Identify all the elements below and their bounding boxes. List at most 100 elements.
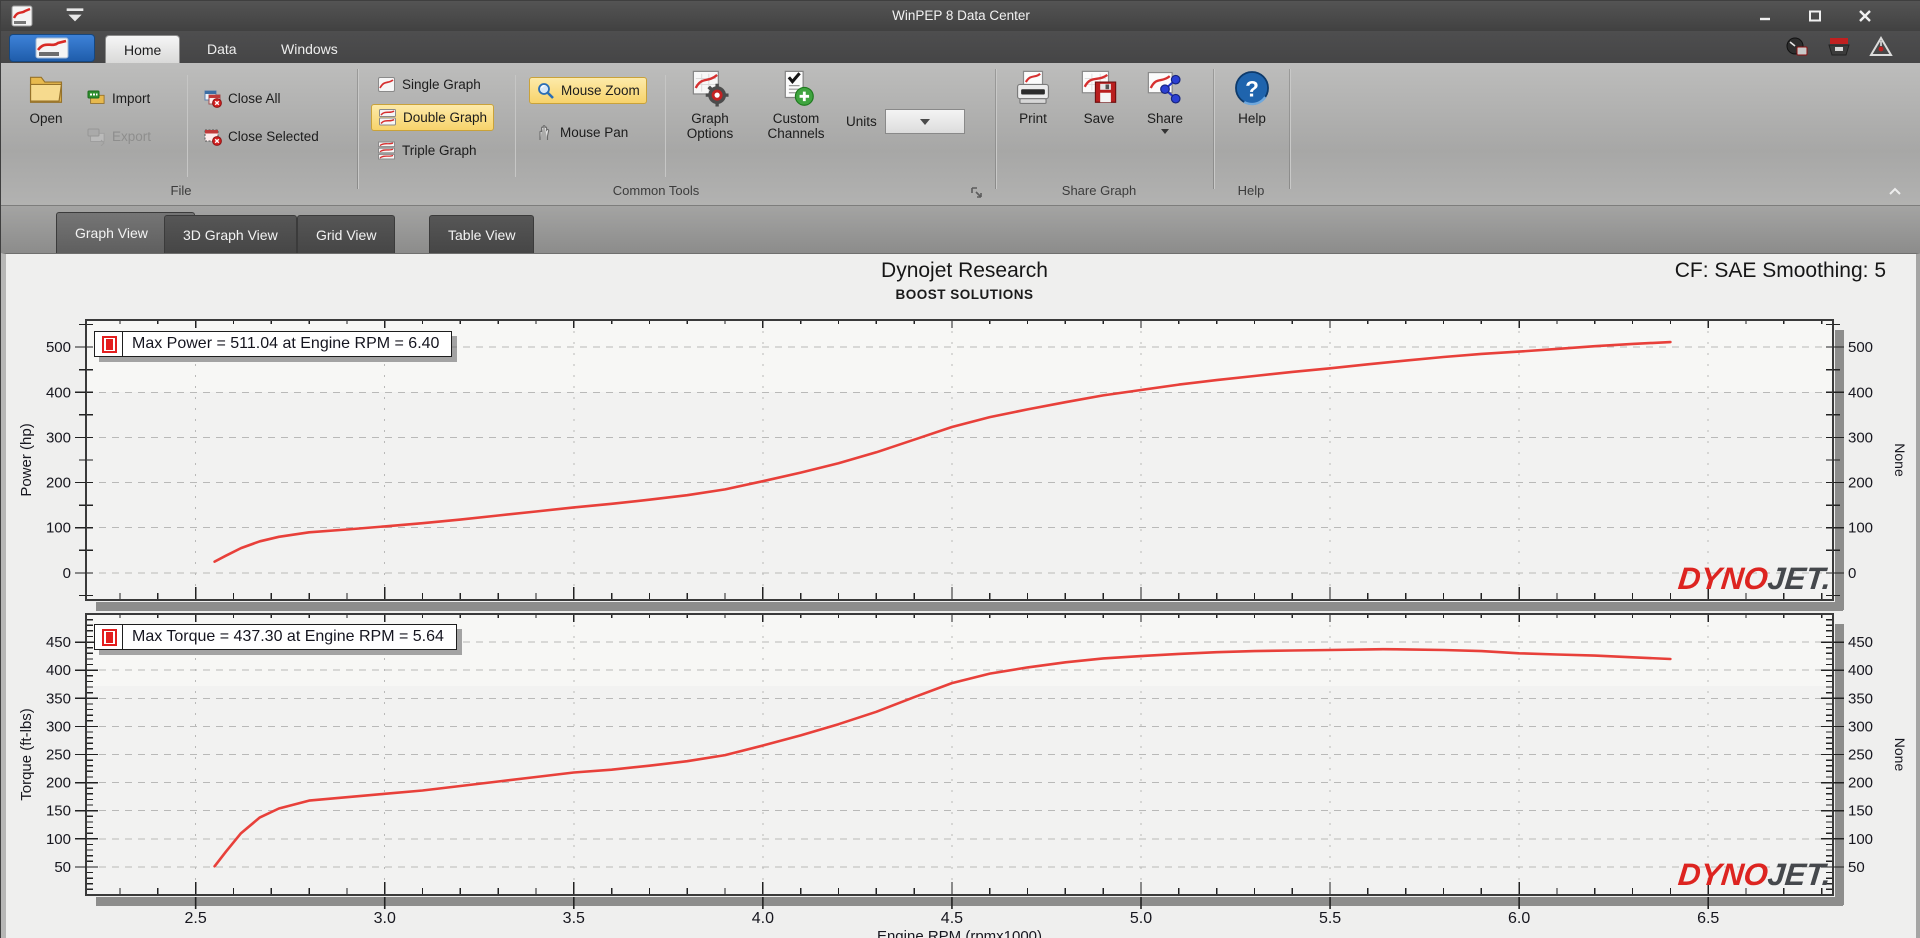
open-button[interactable]: Open [17,69,75,127]
help-group-label: Help [1237,183,1265,198]
maximize-button[interactable] [1796,5,1834,26]
double-graph-icon [378,108,397,127]
svg-text:500: 500 [1848,339,1873,356]
y2-axis-title: None [1892,738,1908,772]
units-label: Units [846,114,877,129]
mouse-zoom-button[interactable]: Mouse Zoom [529,77,647,104]
svg-text:3.5: 3.5 [563,910,585,927]
close-selected-button[interactable]: Close Selected [197,123,325,150]
units-dropdown[interactable] [884,109,965,134]
units-control: Units [846,109,965,134]
svg-text:350: 350 [1848,690,1873,707]
share-button[interactable]: Share [1135,69,1195,134]
import-button[interactable]: Import [81,85,156,112]
svg-text:300: 300 [46,718,71,735]
svg-text:100: 100 [46,831,71,848]
application-menu-button[interactable] [9,34,95,62]
svg-text:100: 100 [1848,831,1873,848]
double-graph-button[interactable]: Double Graph [371,104,495,131]
dynojet-logo: DYNOJET. [1676,561,1833,596]
tab-table-view[interactable]: Table View [429,215,535,253]
svg-text:300: 300 [1848,429,1873,446]
svg-text:Engine RPM (rpmx1000): Engine RPM (rpmx1000) [877,928,1042,938]
hand-icon [535,123,554,142]
svg-text:50: 50 [54,859,71,876]
file-group-label: File [170,183,192,198]
save-icon [1080,69,1118,107]
graph-options-button[interactable]: Graph Options [677,69,743,142]
ribbon-tab-home[interactable]: Home [105,35,181,63]
print-icon [1014,69,1052,107]
help-button[interactable]: ? Help [1223,69,1281,127]
minimize-button[interactable] [1746,5,1784,26]
y-axis-title: Power (hp) [18,423,35,496]
dyno-icon[interactable] [1827,36,1851,58]
tab-3d-graph-view[interactable]: 3D Graph View [164,215,297,253]
svg-text:5.5: 5.5 [1319,910,1341,927]
csv-export-icon [87,127,106,147]
svg-text:200: 200 [46,475,71,492]
svg-text:450: 450 [46,634,71,651]
y-axis-title: Torque (ft-lbs) [18,708,35,801]
collapse-ribbon-icon[interactable] [1887,185,1903,203]
svg-text:0: 0 [63,565,71,582]
svg-text:350: 350 [46,690,71,707]
power-series-swatch [95,332,123,356]
graph-options-icon [691,69,729,107]
triple-graph-icon [377,141,396,160]
svg-text:0: 0 [1848,565,1856,582]
triple-graph-button[interactable]: Triple Graph [371,137,483,164]
save-button[interactable]: Save [1069,69,1129,127]
title-bar: WinPEP 8 Data Center [1,1,1920,31]
svg-text:150: 150 [46,803,71,820]
gauge-icon[interactable] [1785,36,1809,58]
close-all-icon [203,89,222,108]
print-button[interactable]: Print [1003,69,1063,127]
svg-text:250: 250 [1848,747,1873,764]
single-graph-button[interactable]: Single Graph [371,71,487,98]
view-tab-strip: Graph View 3D Graph View Grid View Table… [1,206,1920,253]
svg-text:400: 400 [46,662,71,679]
mouse-pan-button[interactable]: Mouse Pan [529,119,634,146]
ribbon-tab-windows[interactable]: Windows [263,35,356,63]
csv-import-icon [87,89,106,108]
svg-text:400: 400 [1848,662,1873,679]
custom-channels-icon [777,69,815,107]
svg-text:?: ? [1245,76,1259,101]
custom-channels-button[interactable]: Custom Channels [757,69,835,142]
svg-text:50: 50 [1848,859,1865,876]
export-button[interactable]: Export [81,123,157,150]
ribbon-tab-data[interactable]: Data [189,35,255,63]
ribbon: Open Import Export Close All Close Selec… [1,63,1920,206]
svg-text:250: 250 [46,747,71,764]
share-graph-group-label: Share Graph [1061,183,1137,198]
svg-text:100: 100 [1848,520,1873,537]
svg-text:400: 400 [1848,384,1873,401]
correction-factor-label: CF: SAE Smoothing: 5 [1674,259,1886,282]
common-tools-dialog-launcher[interactable] [969,185,984,200]
svg-text:200: 200 [46,775,71,792]
tab-grid-view[interactable]: Grid View [297,215,396,253]
common-tools-group-label: Common Tools [612,183,700,198]
open-folder-icon [27,69,65,107]
svg-text:450: 450 [1848,634,1873,651]
y2-axis-title: None [1892,443,1908,477]
svg-text:500: 500 [46,339,71,356]
window-title: WinPEP 8 Data Center [892,8,1030,23]
close-all-button[interactable]: Close All [197,85,287,112]
svg-text:100: 100 [46,520,71,537]
hazard-icon[interactable] [1869,36,1893,58]
svg-text:400: 400 [46,384,71,401]
close-button[interactable] [1846,5,1884,26]
svg-text:4.0: 4.0 [752,910,774,927]
magnifier-icon [536,81,555,100]
power-legend: Max Power = 511.04 at Engine RPM = 6.40 [94,331,453,357]
svg-text:5.0: 5.0 [1130,910,1152,927]
winpep-logo-icon [35,37,69,59]
winpep-window: WinPEP 8 Data Center Home Data Windows O… [0,0,1920,938]
share-dropdown-icon[interactable] [1161,129,1169,134]
graph-view-panel: Dynojet Research BOOST SOLUTIONS CF: SAE… [1,253,1920,938]
svg-text:150: 150 [1848,803,1873,820]
svg-text:2.5: 2.5 [185,910,207,927]
svg-text:300: 300 [46,429,71,446]
